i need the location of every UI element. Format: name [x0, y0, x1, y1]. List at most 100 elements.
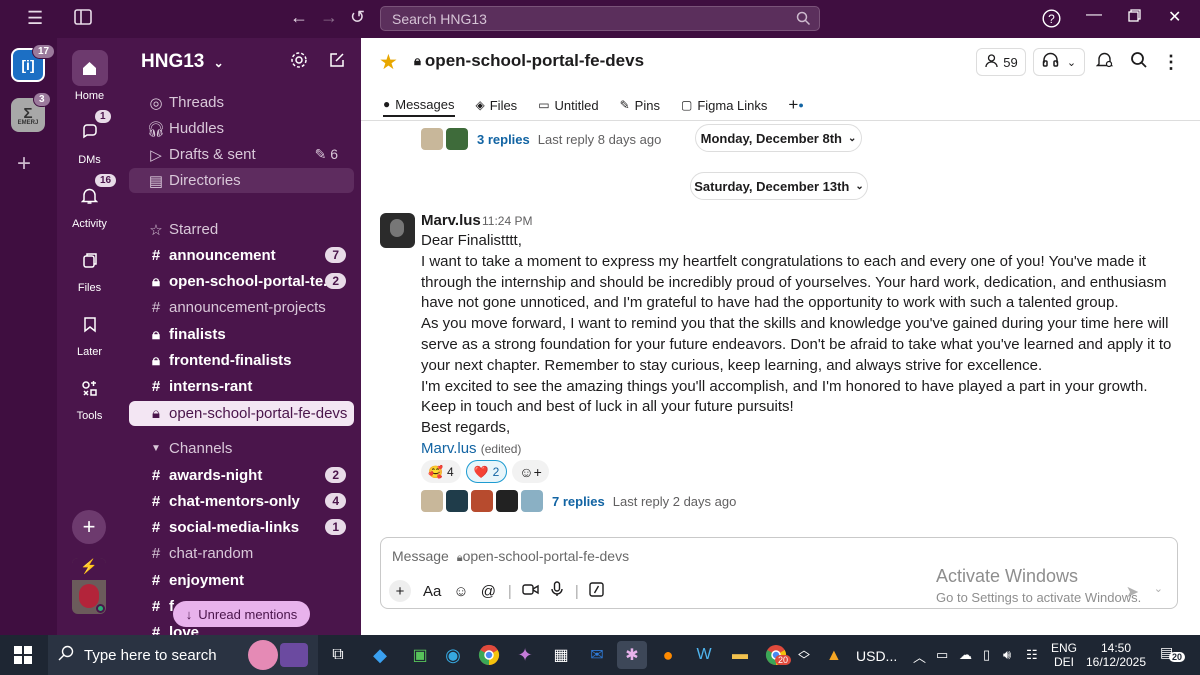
formatting-icon[interactable]: Aa: [423, 583, 441, 600]
author-name[interactable]: Marv.lus: [421, 212, 481, 229]
volume-icon[interactable]: 🔊︎: [1003, 647, 1011, 663]
tab-files[interactable]: ◈ Files: [476, 93, 518, 117]
cloud-icon[interactable]: ☁: [959, 647, 972, 663]
thread-summary-top[interactable]: 3 replies Last reply 8 days ago: [421, 128, 661, 150]
workspace-name[interactable]: HNG13 ⌄: [141, 51, 224, 73]
maximize-icon[interactable]: [1128, 9, 1141, 27]
sidebar-channel-open-school-portal-fe-devs[interactable]: 🔒︎ open-school-portal-fe-devs: [129, 401, 354, 426]
store-icon[interactable]: ▦: [546, 641, 576, 669]
sidebar-section-channels[interactable]: ▼ Channels: [129, 436, 354, 461]
members-button[interactable]: 59: [976, 48, 1026, 76]
history-icon[interactable]: ↺: [350, 7, 365, 28]
channel-title[interactable]: 🔒︎ open-school-portal-fe-devs: [414, 51, 644, 71]
nav-home[interactable]: Home: [57, 50, 122, 102]
sidebar-item-directories[interactable]: ▤ Directories: [129, 168, 354, 193]
unread-mentions-button[interactable]: ↓ Unread mentions: [173, 601, 310, 627]
sidebar-section-starred[interactable]: ☆ Starred: [129, 217, 354, 242]
nav-later[interactable]: Later: [57, 306, 122, 358]
sidebar-channel-announcement-projects[interactable]: # announcement-projects: [129, 295, 354, 320]
compose-icon[interactable]: [328, 51, 346, 74]
menu-icon[interactable]: ☰: [27, 8, 43, 29]
reaction-smiling-hearts[interactable]: 🥰 4: [421, 460, 461, 483]
battery-icon[interactable]: ▭: [936, 647, 948, 663]
replies-link[interactable]: 7 replies: [552, 494, 605, 509]
firefox-icon[interactable]: ●: [653, 641, 683, 669]
stocks-label[interactable]: USD...: [856, 648, 897, 664]
microphone-icon[interactable]: [551, 581, 563, 601]
sidebar-item-drafts[interactable]: ▷ Drafts & sent ✎ 6: [129, 142, 354, 167]
notifications-button[interactable]: [1092, 48, 1118, 76]
star-icon[interactable]: ★: [379, 50, 398, 75]
help-icon[interactable]: ?: [1042, 9, 1061, 33]
clock[interactable]: 14:50 16/12/2025: [1085, 641, 1147, 669]
sidebar-item-huddles[interactable]: 🎧︎ Huddles: [129, 116, 354, 141]
slack-icon[interactable]: ✱: [617, 641, 647, 669]
signer-link[interactable]: Marv.lus: [421, 440, 477, 457]
tray-chevron-icon[interactable]: ︿: [913, 647, 926, 666]
sidebar-channel-enjoyment[interactable]: # enjoyment: [129, 568, 354, 593]
emoji-icon[interactable]: ☺: [453, 583, 468, 600]
mention-icon[interactable]: @: [481, 583, 496, 600]
app-icon[interactable]: ▣: [405, 641, 435, 669]
taskbar-scroll-icon[interactable]: ︿ ﹀: [797, 641, 811, 669]
nav-activity[interactable]: 16 Activity: [57, 174, 122, 230]
sidebar-channel-awards-night[interactable]: # awards-night 2: [129, 463, 354, 488]
network-icon[interactable]: ☷: [1026, 647, 1038, 663]
edge-icon[interactable]: ◉: [438, 641, 468, 669]
sidebar-toggle-icon[interactable]: [74, 9, 92, 30]
vscode-icon[interactable]: ◆: [365, 641, 395, 669]
sidebar-channel-open-school-portal-te[interactable]: 🔒︎ open-school-portal-te... 2: [129, 269, 354, 294]
add-reaction-icon[interactable]: ☺+: [512, 460, 549, 483]
language-indicator[interactable]: ENG DEI: [1051, 641, 1077, 669]
channel-search-button[interactable]: [1126, 48, 1152, 76]
add-tab-icon[interactable]: + ●: [788, 93, 803, 117]
chrome-profile-icon[interactable]: 20: [761, 641, 792, 669]
windows-start-icon[interactable]: [8, 641, 38, 669]
user-avatar[interactable]: ⚡: [72, 558, 106, 614]
tab-pins[interactable]: ✎ Pins: [620, 93, 660, 117]
workspace-hng13[interactable]: [i] 17: [11, 44, 56, 82]
create-new-icon[interactable]: +: [72, 510, 106, 544]
replies-link[interactable]: 3 replies: [477, 132, 530, 147]
forward-arrow-icon[interactable]: →: [320, 7, 338, 28]
sidebar-channel-chat-random[interactable]: # chat-random: [129, 541, 354, 566]
add-workspace-icon[interactable]: +: [17, 150, 31, 178]
nav-tools[interactable]: Tools: [57, 370, 122, 422]
chrome-icon[interactable]: [474, 641, 504, 669]
sidebar-channel-social-media-links[interactable]: # social-media-links 1: [129, 515, 354, 540]
sidebar-channel-frontend-finalists[interactable]: 🔒︎ frontend-finalists: [129, 348, 354, 373]
tab-messages[interactable]: ● Messages: [383, 93, 455, 117]
plus-icon[interactable]: +: [389, 580, 411, 602]
back-arrow-icon[interactable]: ←: [290, 7, 308, 28]
sidebar-channel-announcement[interactable]: # announcement 7: [129, 243, 354, 268]
sidebar-channel-chat-mentors-only[interactable]: # chat-mentors-only 4: [129, 489, 354, 514]
outlook-icon[interactable]: ✉: [582, 641, 612, 669]
thread-summary[interactable]: 7 replies Last reply 2 days ago: [421, 490, 736, 512]
device-icon[interactable]: ▯: [983, 647, 990, 663]
more-options-icon[interactable]: ⋮: [1161, 48, 1181, 76]
file-explorer-icon[interactable]: ▬: [725, 641, 755, 669]
sticky-notes-icon[interactable]: W: [689, 641, 719, 669]
date-divider-dec-13[interactable]: Saturday, December 13th ⌄: [690, 172, 868, 200]
notification-center-icon[interactable]: ▤ 20: [1160, 644, 1186, 662]
close-icon[interactable]: ✕: [1168, 7, 1181, 27]
task-view-icon[interactable]: ⧉: [323, 641, 353, 669]
chevron-down-icon[interactable]: ⌄: [1154, 582, 1163, 595]
video-icon[interactable]: [522, 583, 539, 600]
nav-dms[interactable]: 1 DMs: [57, 110, 122, 166]
nav-files[interactable]: Files: [57, 242, 122, 294]
search-input[interactable]: Search HNG13: [380, 6, 820, 31]
tab-figma-links[interactable]: ▢ Figma Links: [681, 93, 767, 117]
date-divider-dec-8[interactable]: Monday, December 8th ⌄: [695, 124, 862, 152]
message-timestamp[interactable]: 11:24 PM: [482, 214, 532, 228]
sidebar-channel-interns-rant[interactable]: # interns-rant: [129, 374, 354, 399]
shortcut-icon[interactable]: [589, 581, 604, 601]
author-avatar[interactable]: [380, 213, 415, 248]
settings-icon[interactable]: [290, 51, 308, 74]
copilot-icon[interactable]: ✦: [510, 641, 540, 669]
taskbar-search[interactable]: Type here to search: [48, 635, 318, 675]
sidebar-channel-finalists[interactable]: 🔒︎ finalists: [129, 322, 354, 347]
workspace-emerj[interactable]: Σ EMERJ 3: [11, 92, 51, 132]
reaction-heart[interactable]: ❤️ 2: [465, 460, 508, 483]
sidebar-item-threads[interactable]: ◎ Threads: [129, 90, 354, 115]
